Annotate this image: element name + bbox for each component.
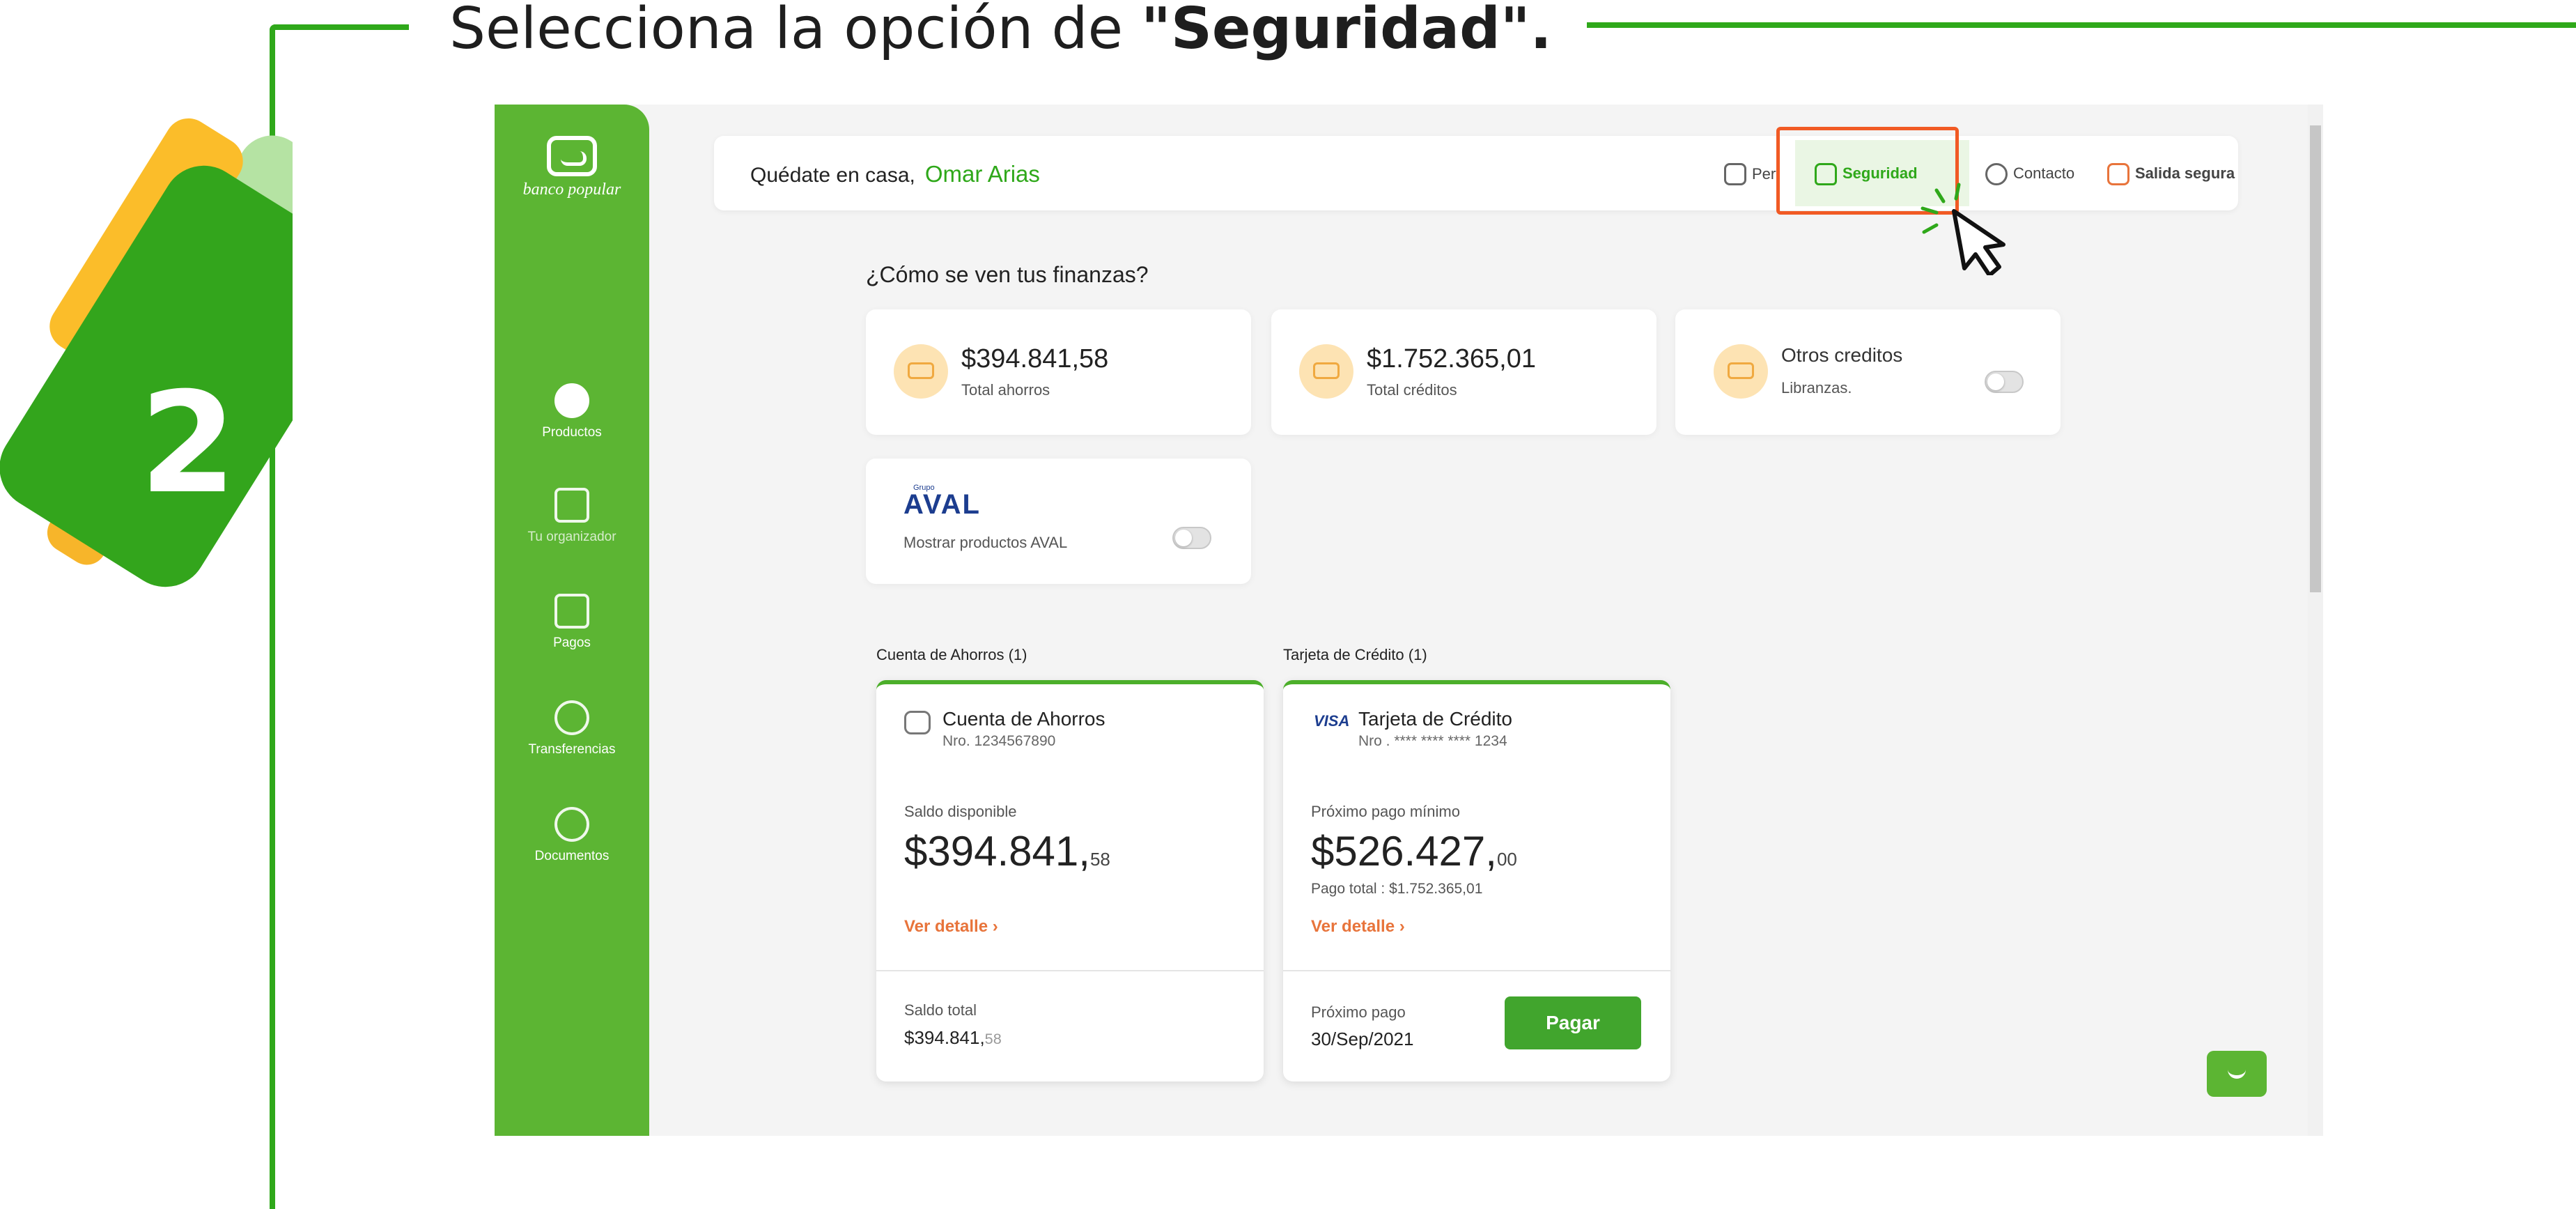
cash-icon — [1299, 344, 1353, 399]
credit-card-card: VISA Tarjeta de Crédito Nro . **** **** … — [1283, 680, 1670, 1081]
card-total-ahorros[interactable]: $394.841,58 Total ahorros — [866, 309, 1251, 435]
link-label: Ver detalle — [1311, 917, 1395, 936]
step-number: 2 — [139, 362, 237, 525]
proximo-pago-label: Próximo pago — [1311, 1003, 1406, 1021]
sidebar-item-organizador[interactable]: Tu organizador — [495, 488, 649, 545]
pagar-button[interactable]: Pagar — [1505, 996, 1641, 1049]
total-main: $394.841, — [904, 1027, 985, 1048]
pago-minimo-amount: $526.427,00 — [1311, 827, 1517, 875]
pago-total-text: Pago total : $1.752.365,01 — [1311, 881, 1483, 897]
otros-creditos-label: Libranzas. — [1781, 379, 1852, 396]
saldo-total-amount: $394.841,58 — [904, 1027, 1002, 1049]
credit-card-name: Tarjeta de Crédito — [1358, 708, 1513, 730]
savings-ver-detalle-link[interactable]: Ver detalle › — [904, 917, 998, 937]
chevron-right-icon: › — [1399, 917, 1405, 936]
sidebar-item-label: Pagos — [553, 636, 591, 650]
sidebar-item-label: Productos — [542, 425, 602, 440]
nav-salida-segura[interactable]: Salida segura — [2107, 157, 2235, 190]
sidebar: banco popular Productos Tu organizador P… — [495, 105, 649, 1136]
sidebar-item-pagos[interactable]: Pagos — [495, 594, 649, 651]
scrollbar[interactable] — [2308, 105, 2323, 1136]
frame-border-top — [270, 24, 409, 30]
otros-creditos-title: Otros creditos — [1781, 344, 1903, 366]
credit-ver-detalle-link[interactable]: Ver detalle › — [1311, 917, 1405, 937]
greeting: Quédate en casa, Omar Arias — [750, 161, 1040, 187]
swap-circle-icon — [554, 807, 589, 842]
card-divider — [1283, 970, 1670, 971]
pago-minimo-label: Próximo pago mínimo — [1311, 803, 1460, 820]
card-total-creditos[interactable]: $1.752.365,01 Total créditos — [1271, 309, 1656, 435]
nav-perfil-label: Perfil — [1752, 165, 1780, 183]
sidebar-item-label: Documentos — [534, 849, 610, 863]
app-window: banco popular Productos Tu organizador P… — [495, 105, 2323, 1136]
saldo-total-label: Saldo total — [904, 1001, 977, 1019]
chevron-right-icon: › — [992, 917, 998, 936]
user-name: Omar Arias — [924, 161, 1040, 187]
greeting-text: Quédate en casa, — [750, 164, 915, 187]
sidebar-item-productos[interactable]: Productos — [495, 383, 649, 440]
cursor-pointer-icon — [1921, 183, 2005, 275]
aval-toggle[interactable] — [1172, 527, 1211, 549]
bank-logo-icon — [547, 136, 597, 176]
wallet-icon — [554, 488, 589, 523]
instruction-emphasis: "Seguridad". — [1141, 0, 1552, 62]
amount-main: $526.427, — [1311, 828, 1497, 875]
sidebar-item-transferencias[interactable]: Transferencias — [495, 700, 649, 757]
card-grupo-aval: Grupo AVAL Mostrar productos AVAL — [866, 459, 1251, 584]
total-creditos-amount: $1.752.365,01 — [1367, 344, 1537, 374]
smile-icon — [1724, 163, 1746, 186]
amount-cents: 58 — [1089, 849, 1110, 870]
brand-name: banco popular — [522, 180, 621, 199]
total-ahorros-amount: $394.841,58 — [961, 344, 1109, 374]
finances-title: ¿Cómo se ven tus finanzas? — [866, 262, 1149, 287]
saldo-disponible-label: Saldo disponible — [904, 803, 1017, 820]
card-divider — [876, 970, 1264, 971]
sidebar-item-documentos[interactable]: Documentos — [495, 807, 649, 864]
total-creditos-label: Total créditos — [1367, 381, 1457, 399]
visa-logo: VISA — [1314, 712, 1350, 730]
cash-icon — [1714, 344, 1768, 399]
link-label: Ver detalle — [904, 917, 988, 936]
instruction-text: Selecciona la opción de "Seguridad". — [449, 0, 1552, 64]
amount-main: $394.841, — [904, 828, 1090, 875]
smile-bag-icon — [554, 383, 589, 418]
instruction-prefix: Selecciona la opción de — [449, 0, 1142, 62]
savings-section-title: Cuenta de Ahorros (1) — [876, 646, 1027, 663]
card-otros-creditos: Otros creditos Libranzas. — [1675, 309, 2061, 435]
exit-door-icon — [2107, 163, 2129, 186]
nav-perfil[interactable]: Perfil — [1724, 157, 1780, 190]
nav-contacto-label: Contacto — [2013, 164, 2075, 182]
amount-cents: 00 — [1496, 849, 1517, 870]
credit-section-title: Tarjeta de Crédito (1) — [1283, 646, 1427, 663]
chatbot-button[interactable] — [2207, 1051, 2267, 1097]
sidebar-item-label: Tu organizador — [527, 530, 616, 544]
savings-account-card: Cuenta de Ahorros Nro. 1234567890 Saldo … — [876, 680, 1264, 1081]
aval-logo: AVAL — [903, 489, 981, 520]
receipt-icon — [554, 594, 589, 629]
savings-account-name: Cuenta de Ahorros — [942, 708, 1105, 730]
credit-card-number: Nro . **** **** **** 1234 — [1358, 733, 1507, 749]
sidebar-item-label: Transferencias — [528, 742, 616, 757]
brand-logo[interactable]: banco popular — [495, 136, 649, 199]
frame-border-top-right — [1587, 22, 2576, 28]
total-ahorros-label: Total ahorros — [961, 381, 1050, 399]
aval-label: Mostrar productos AVAL — [903, 534, 1068, 551]
dollar-circle-icon — [554, 700, 589, 735]
total-cents: 58 — [984, 1030, 1002, 1047]
piggy-bank-icon — [904, 711, 931, 734]
nav-salida-label: Salida segura — [2135, 164, 2235, 182]
saldo-disponible-amount: $394.841,58 — [904, 827, 1110, 875]
otros-creditos-toggle[interactable] — [1985, 371, 2024, 393]
piggy-bank-icon — [894, 344, 948, 399]
scrollbar-thumb[interactable] — [2310, 125, 2321, 592]
proximo-pago-date: 30/Sep/2021 — [1311, 1029, 1414, 1049]
savings-account-number: Nro. 1234567890 — [942, 733, 1056, 749]
